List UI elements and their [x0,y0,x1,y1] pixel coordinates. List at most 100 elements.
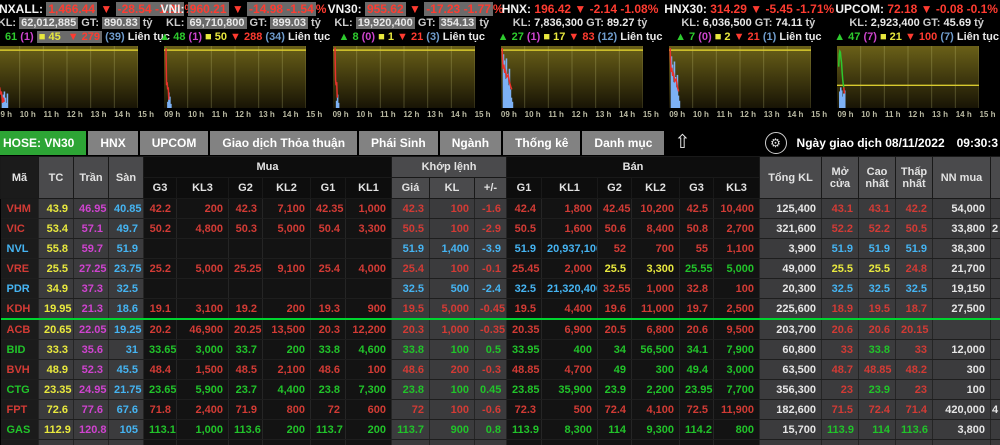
tab-danh-m-c[interactable]: Danh mục [582,131,665,155]
table-row[interactable]: VHM 43.9 46.95 40.85 42.2 200 42.3 7,100 42.35 1,… [0,198,1000,219]
table-row[interactable]: NVL 55.8 59.7 51.9 51.9 1,400 -3.9 51.9 20,937,1… [0,238,1000,259]
low-price-cell: 33 [895,339,934,360]
time-axis-label: 15 h [811,110,828,119]
floor-count: (1) [759,31,780,43]
bid1-volume-cell: 900 [345,298,392,320]
ceiling-count: (1) [20,31,37,43]
tab-upcom[interactable]: UPCOM [139,131,209,155]
clipped-cell [990,359,1000,380]
open-price-cell: 20.6 [821,318,860,340]
ceiling-price-cell: 52.3 [73,359,109,380]
change-cell: 0.8 [474,419,508,440]
low-price-cell: 32.5 [895,278,934,299]
index-value: 196.42 [534,2,572,16]
index-headline: UPCOM: 72.18 ▼ -0.08 -0.1% [832,2,1000,16]
high-price-cell: 25.5 [858,258,897,279]
bid1-price-cell [310,238,346,259]
ref-price-cell: 34.9 [38,278,74,299]
matched-volume-cell: 100 [429,399,475,420]
header-g3: G3 [143,177,177,199]
value-unit: tỷ [802,17,816,29]
session-status: Liên tục [779,31,822,43]
bid2-price-cell: 48.5 [228,359,263,380]
foreign-buy-cell: 33,800 [932,218,992,239]
bid3-price-cell: 12.3 [143,439,177,445]
table-row[interactable]: BID 33.3 35.6 31 33.65 3,000 33.7 200 33.8 4,600 3… [0,339,1000,360]
low-price-cell: 50.5 [895,218,934,239]
ref-price-cell: 43.9 [38,198,74,219]
time-axis-label: 09 h [164,110,181,119]
matched-volume-cell: 1,000 [429,318,475,340]
floor-count: (7) [937,31,957,43]
table-row[interactable]: ACB 20.65 22.05 19.25 20.2 46,900 20.25 13,500 2… [0,318,1000,340]
ask2-price-cell: 34 [597,339,633,360]
index-value: 955.62 [364,2,406,16]
tab-giao-d-ch-th-a-thu-n[interactable]: Giao dịch Thỏa thuận [210,131,358,155]
ceiling-price-cell: 37.3 [73,278,109,299]
index-change: -2.14 -1.08 [589,2,648,16]
bid3-volume-cell: 5,000 [176,258,229,279]
table-row[interactable]: VRE 25.5 27.25 23.75 25.2 5,000 25.25 9,100 25.4… [0,258,1000,279]
unchanged-count: ■ 45 [36,31,63,43]
time-axis-label: 15 h [306,110,323,119]
clipped-cell [990,298,1000,320]
floor-price-cell: 31 [108,339,144,360]
time-axis-label: 14 h [450,110,467,119]
session-status: Liên tục [288,31,331,43]
tab-hose-vn30[interactable]: HOSE: VN30 [0,131,87,155]
table-row[interactable]: VIC 53.4 57.1 49.7 50.2 4,800 50.3 5,000 50.4 3,3… [0,218,1000,239]
table-row[interactable]: KDH 19.95 21.3 18.6 19.1 3,100 19.2 200 19.3 900 1… [0,298,1000,320]
table-row[interactable]: GAS 112.9 120.8 105 113.1 1,000 113.6 200 113.7 2… [0,419,1000,440]
time-axis-label: 09 h [0,110,13,119]
ask3-volume-cell: 800 [713,419,761,440]
total-volume-cell: 203,700 [759,318,823,340]
tab-th-ng-k-[interactable]: Thống kê [503,131,581,155]
table-row[interactable]: BVH 48.9 52.3 45.5 48.4 1,500 48.5 2,100 48.6 100… [0,359,1000,380]
index-value: 960.21 [187,2,229,16]
bid1-volume-cell: 200 [345,419,392,440]
tab-list: HOSE: VN30 HNX UPCOM Giao dịch Thỏa thuận Ph… [0,130,666,156]
bid3-price-cell [143,278,177,299]
header-matched-group: Khớp lệnh [390,156,508,178]
bid1-price-cell: 72 [310,399,346,420]
table-row[interactable]: FPT 72.6 77.6 67.6 71.8 2,400 71.9 800 72 600 72 10… [0,399,1000,420]
bid3-volume-cell [176,278,229,299]
time-axis-label: 15 h [137,110,154,119]
ref-price-cell: 19.95 [38,298,74,320]
volume-value: 62,012,885 [19,17,79,29]
tab-hnx[interactable]: HNX [88,131,138,155]
gear-icon[interactable]: ⚙ [764,132,787,154]
table-row[interactable]: CTG 23.35 24.95 21.75 23.65 5,900 23.7 4,400 23.… [0,379,1000,400]
ask3-price-cell: 114.2 [679,419,715,440]
time-axis-label: 09 h [837,110,854,119]
ask1-price-cell: 113.9 [506,419,543,440]
arrow-up-icon[interactable]: ⇧ [674,131,690,155]
tab-ph-i-sinh[interactable]: Phái Sinh [359,131,438,155]
time-axis-label: 14 h [282,110,299,119]
decliners-count: ▼ 288 [226,31,263,43]
ask1-price-cell: 50.5 [506,218,543,239]
ask3-price-cell: 42.5 [679,198,715,219]
volume-value: 2,923,400 [870,17,920,29]
floor-price-cell: 32.5 [108,278,144,299]
matched-price-cell: 20.3 [391,318,430,340]
intraday-chart [0,46,138,108]
tab-ng-nh[interactable]: Ngành [439,131,502,155]
floor-price-cell: 51.9 [108,238,144,259]
index-volume-line: KL: 62,012,885 GT: 890.83 tỷ [0,16,159,30]
ask1-price-cell: 19.5 [506,298,543,320]
value-amount: 89.27 [606,17,635,29]
ask2-volume-cell: 56,500 [631,339,681,360]
table-row[interactable]: GVR12.4513.311.612.32,30012.3590012.49,5… [0,439,1000,445]
ask1-volume-cell: 1,600 [541,218,599,239]
bid2-price-cell: 19.2 [228,298,263,320]
table-row[interactable]: PDR 34.9 37.3 32.5 32.5 500 -2.4 32.5 21,320,400… [0,278,1000,299]
time-axis-label: 09 h [669,110,686,119]
symbol-cell: VIC [0,218,39,239]
ask1-volume-cell: 4,700 [541,359,599,380]
bid1-volume-cell: 600 [345,399,392,420]
value-label: GT: [583,17,607,29]
open-price-cell: 32.5 [821,278,860,299]
low-price-cell: 12.2 [895,439,934,445]
table-body: VHM 43.9 46.95 40.85 42.2 200 42.3 7,100 42.35 1,… [0,198,1000,445]
